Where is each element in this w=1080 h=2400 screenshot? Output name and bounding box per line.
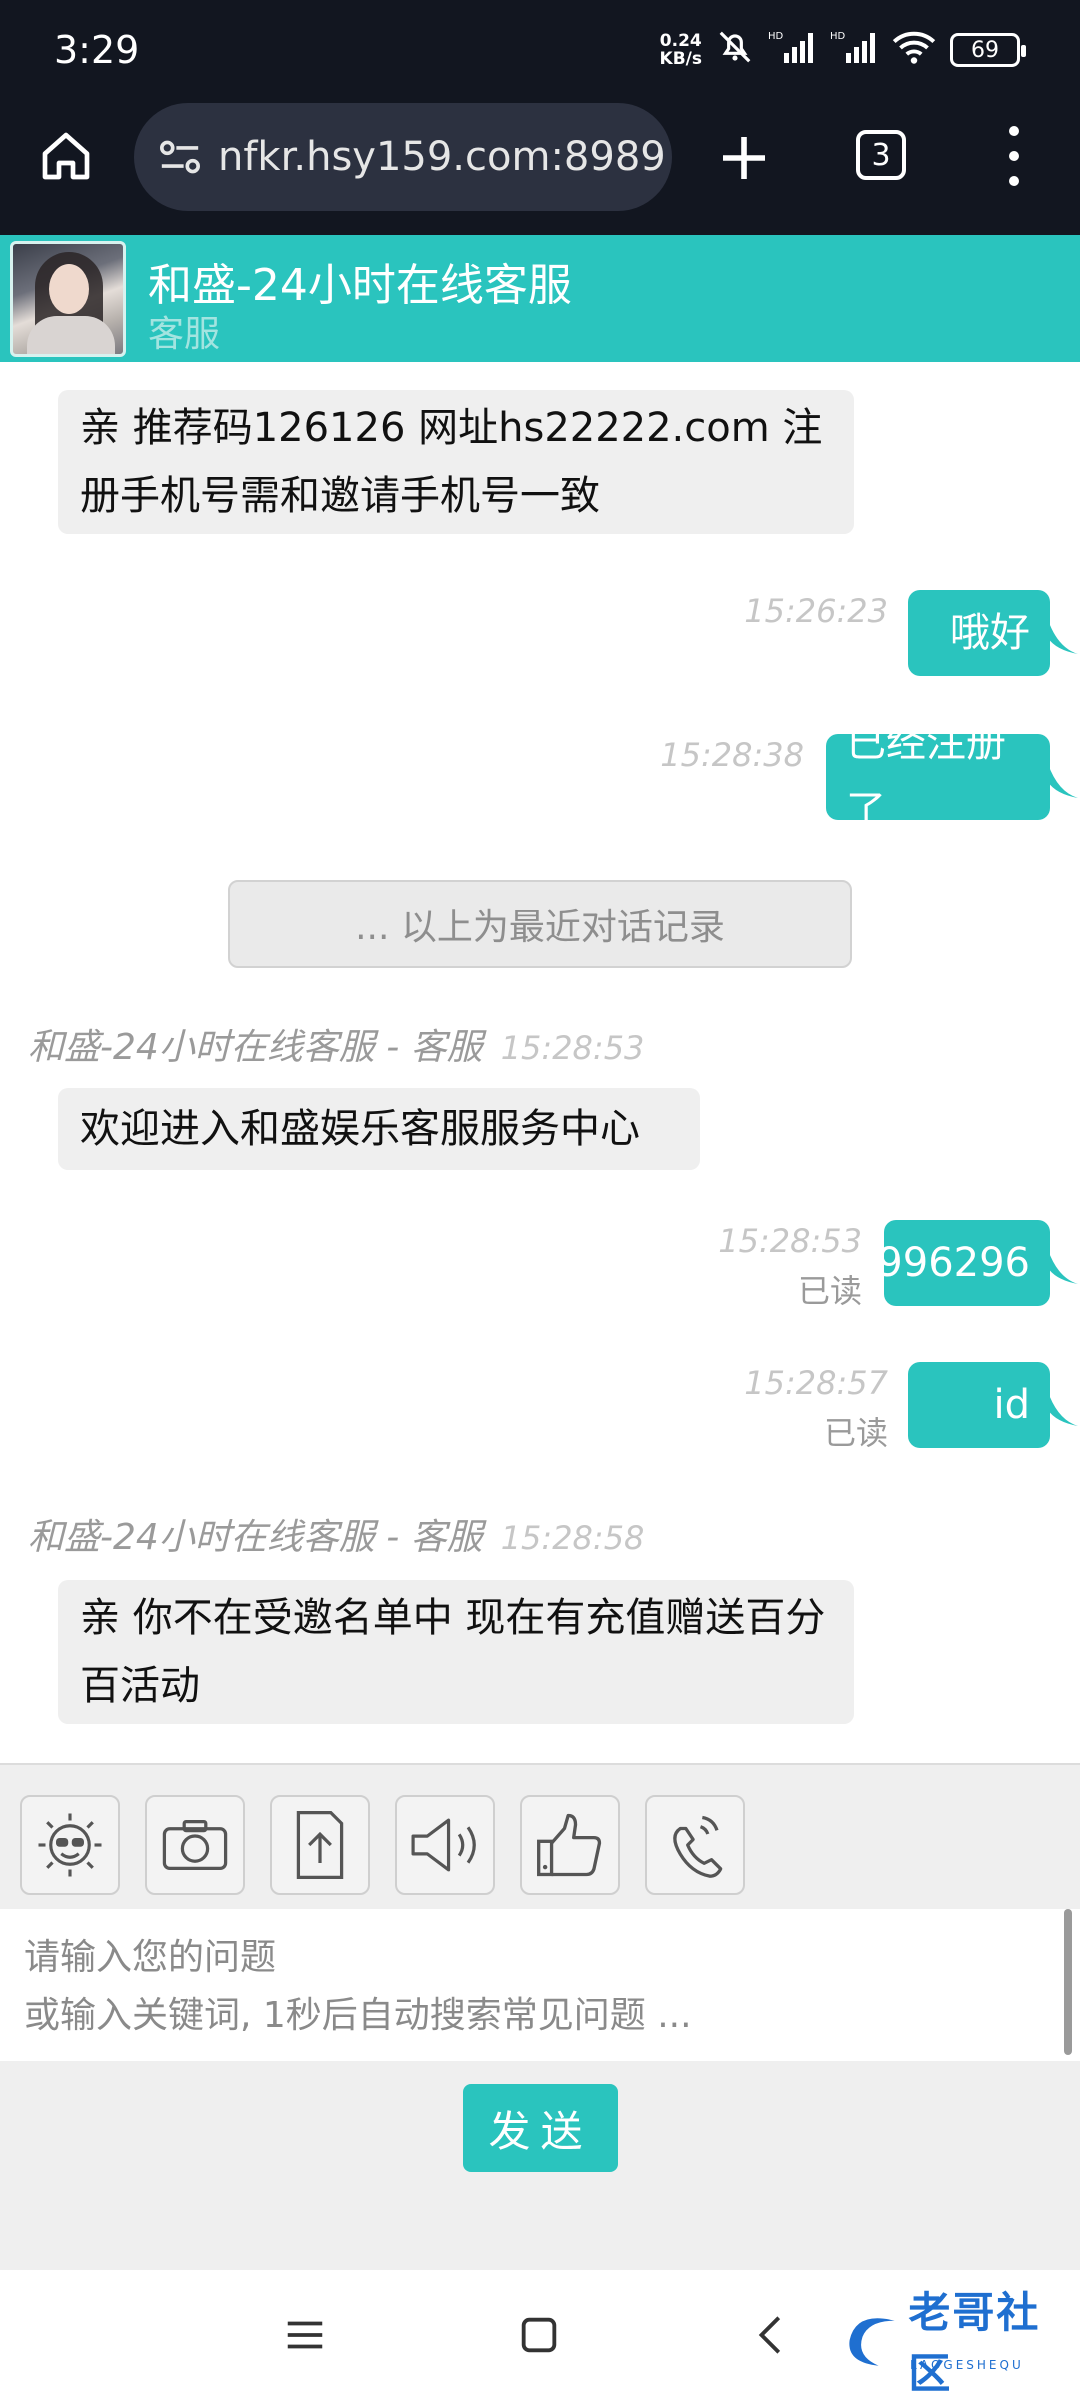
history-divider[interactable]: ... 以上为最近对话记录	[228, 880, 852, 968]
menu-icon	[287, 2321, 323, 2349]
thumbs-up-icon	[537, 1813, 602, 1877]
read-status: 已读	[823, 1414, 888, 1452]
speaker-icon	[411, 1818, 476, 1872]
signal-hd-label: HD	[768, 31, 784, 42]
plus-icon	[723, 137, 765, 179]
message-sender-line: 和盛-24小时在线客服 - 客服 15:28:53	[28, 1018, 644, 1070]
camera-icon	[162, 1819, 228, 1871]
message-time: 15:28:38	[660, 736, 804, 774]
square-icon	[521, 2317, 557, 2353]
camera-button[interactable]	[145, 1795, 245, 1895]
battery-level: 69	[971, 37, 999, 63]
address-bar[interactable]: nfkr.hsy159.com:8989	[134, 103, 672, 211]
menu-dot-icon	[1009, 126, 1019, 136]
menu-dot-icon	[1009, 176, 1019, 186]
status-time: 3:29	[54, 28, 140, 72]
watermark-logo: 老哥社区 LAOGESHEQU	[840, 2288, 1070, 2398]
url-text[interactable]: nfkr.hsy159.com:8989	[218, 134, 666, 180]
back-chevron-icon	[758, 2316, 781, 2354]
message-bubble-right: id	[908, 1362, 1078, 1448]
sender-time: 15:28:58	[500, 1519, 645, 1557]
chat-header: 和盛-24小时在线客服 客服	[0, 235, 1080, 362]
send-button[interactable]: 发送	[463, 2084, 618, 2172]
status-icons: 0.24 KB/s HD HD 69	[660, 28, 1026, 72]
emoji-button[interactable]	[20, 1795, 120, 1895]
chat-toolbar	[0, 1763, 1080, 1909]
bubble-tail-icon	[1048, 1250, 1078, 1284]
tab-switcher-button[interactable]: 3	[856, 130, 906, 180]
message-text: 哦好	[950, 610, 1030, 656]
message-text: 欢迎进入和盛娱乐客服服务中心	[80, 1106, 640, 1152]
sender-time: 15:28:53	[500, 1029, 645, 1067]
dragon-logo-icon	[849, 2318, 895, 2366]
input-scrollbar[interactable]	[1064, 1909, 1072, 2055]
chat-subtitle: 客服	[148, 314, 221, 355]
phone-icon	[673, 1815, 723, 1878]
message-bubble-left: 亲 推荐码126126 网址hs22222.com 注册手机号需和邀请手机号一致	[58, 390, 854, 534]
net-speed: 0.24 KB/s	[660, 32, 702, 68]
message-text: id	[993, 1382, 1030, 1428]
message-sender-line: 和盛-24小时在线客服 - 客服 15:28:58	[28, 1508, 644, 1560]
message-time: 15:28:57	[744, 1364, 888, 1402]
message-text: 亲 推荐码126126 网址hs22222.com 注册手机号需和邀请手机号一致	[80, 405, 823, 519]
message-time: 15:28:53	[718, 1222, 862, 1260]
status-bar: 3:29 0.24 KB/s HD HD 69	[0, 0, 1080, 100]
signal-icon: HD	[768, 29, 816, 71]
new-tab-button[interactable]	[716, 118, 772, 200]
mute-icon	[716, 28, 754, 72]
message-time: 15:26:23	[744, 592, 888, 630]
sender-name: 和盛-24小时在线客服 - 客服	[28, 1027, 483, 1068]
home-nav-button[interactable]	[504, 2300, 574, 2370]
emoji-icon	[38, 1813, 102, 1877]
battery-indicator: 69	[950, 33, 1026, 67]
chat-title: 和盛-24小时在线客服	[148, 260, 572, 311]
send-area: 发送	[0, 2061, 1080, 2270]
sender-name: 和盛-24小时在线客服 - 客服	[28, 1517, 483, 1558]
net-speed-value: 0.24	[659, 31, 702, 51]
read-status: 已读	[797, 1272, 862, 1310]
watermark-text: 老哥社区	[908, 2288, 1041, 2398]
tab-count: 3	[871, 137, 891, 173]
home-button[interactable]	[30, 120, 102, 192]
home-icon	[42, 132, 90, 180]
call-button[interactable]	[645, 1795, 745, 1895]
voice-button[interactable]	[395, 1795, 495, 1895]
bubble-tail-icon	[1048, 620, 1078, 654]
wifi-icon	[892, 29, 936, 71]
history-divider-text[interactable]: ... 以上为最近对话记录	[355, 898, 725, 950]
avatar	[10, 241, 126, 357]
signal-icon-2: HD	[830, 29, 878, 71]
signal-hd-label-2: HD	[830, 31, 846, 42]
message-text: 已经注册了	[846, 720, 1006, 834]
message-input-area[interactable]	[0, 1909, 1080, 2061]
message-bubble-right: 996296	[877, 1220, 1078, 1306]
message-bubble-left: 亲 你不在受邀名单中 现在有充值赠送百分百活动	[58, 1580, 854, 1724]
upload-button[interactable]	[270, 1795, 370, 1895]
bubble-tail-icon	[1048, 1392, 1078, 1426]
upload-icon	[296, 1810, 344, 1880]
back-button[interactable]	[738, 2300, 808, 2370]
message-text: 996296	[877, 1240, 1030, 1286]
message-input[interactable]	[0, 1909, 1050, 2061]
message-text: 亲 你不在受邀名单中 现在有充值赠送百分百活动	[80, 1595, 826, 1709]
net-speed-unit: KB/s	[659, 49, 702, 69]
message-bubble-right: 哦好	[908, 590, 1078, 676]
message-bubble-left: 欢迎进入和盛娱乐客服服务中心	[58, 1088, 700, 1170]
browser-toolbar: nfkr.hsy159.com:8989 3	[0, 100, 1080, 235]
site-settings-icon[interactable]	[158, 137, 202, 177]
watermark-subtext: LAOGESHEQU	[910, 2358, 1024, 2372]
message-bubble-right: 已经注册了	[826, 720, 1078, 834]
recents-button[interactable]	[270, 2300, 340, 2370]
like-button[interactable]	[520, 1795, 620, 1895]
bubble-tail-icon	[1048, 764, 1078, 798]
more-menu-button[interactable]	[1000, 126, 1028, 186]
menu-dot-icon	[1009, 151, 1019, 161]
